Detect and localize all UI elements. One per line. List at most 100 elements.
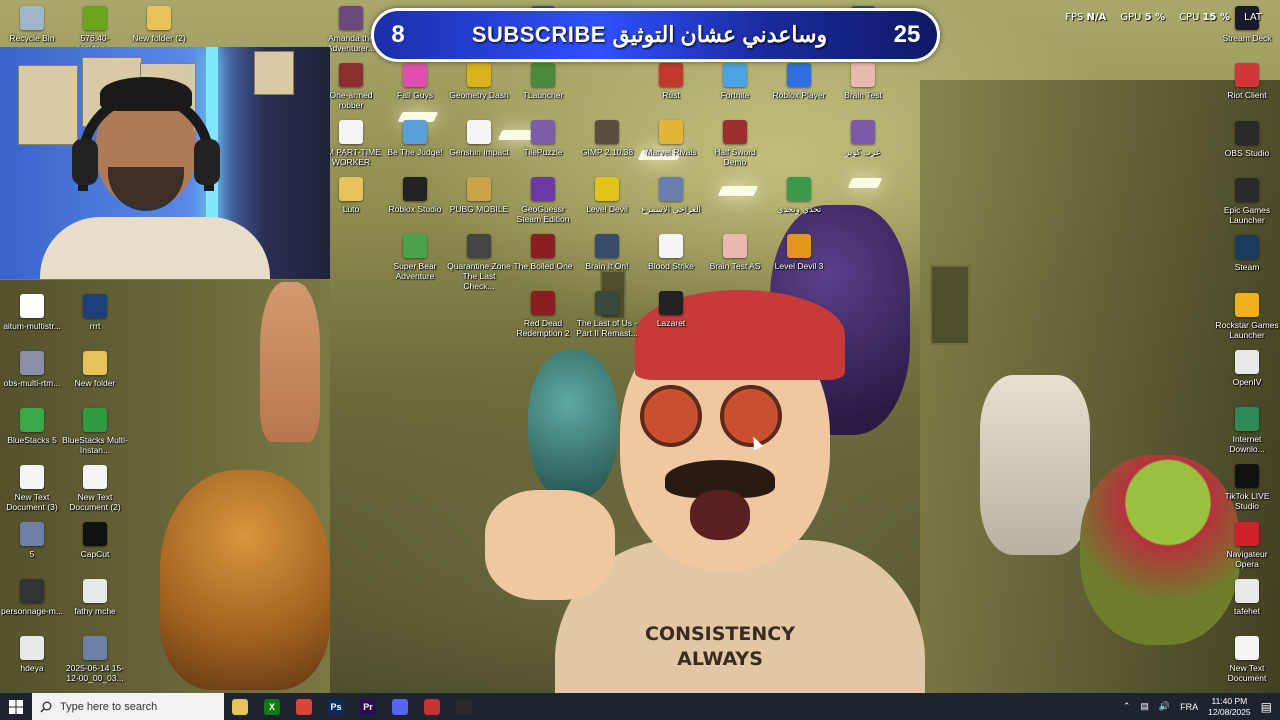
desktop-icon-label: The Last of Us - Part II Remast... (576, 318, 638, 338)
desktop-icon[interactable]: Genshin Impact (446, 120, 512, 157)
taskbar-app-button[interactable]: X (256, 693, 288, 720)
app-icon (424, 698, 440, 715)
desktop-icon[interactable]: Super Bear Adventure (382, 234, 448, 281)
taskbar-app-button[interactable] (448, 693, 480, 720)
nvidia-icon (83, 6, 107, 30)
desktop-icon[interactable]: GIMP 2.10.38 (574, 120, 640, 157)
desktop-icon[interactable]: Brain Test AS (702, 234, 768, 271)
desktop-icon[interactable]: Geometry Dash (446, 63, 512, 100)
desktop-icon[interactable]: New folder (2) (126, 6, 192, 43)
bluestacks-multi-icon (83, 408, 107, 432)
desktop-icon[interactable]: Marvel Rivals (638, 120, 704, 157)
desktop-icon[interactable]: Riot Client (1214, 63, 1280, 100)
rust-icon (659, 63, 683, 87)
gpu-label: GPU (1120, 12, 1142, 23)
desktop-icon[interactable]: Fortnite (702, 63, 768, 100)
taskbar-app-button[interactable] (416, 693, 448, 720)
desktop-icon-label: Level Devil 3 (774, 261, 824, 271)
desktop-icon[interactable]: personnage-m... (0, 579, 65, 616)
desktop-icon[interactable]: TLauncher (510, 63, 576, 100)
desktop-icon[interactable]: TilePuzzle (510, 120, 576, 157)
start-button[interactable] (0, 693, 32, 720)
desktop-icon[interactable]: The Boiled One (510, 234, 576, 271)
taskbar-app-button[interactable] (288, 693, 320, 720)
volume-icon[interactable]: 🔊 (1159, 701, 1170, 712)
desktop-icon[interactable]: Brain It On! (574, 234, 640, 271)
desktop-icon[interactable]: TikTok LIVE Studio (1214, 464, 1280, 511)
desktop-icon-label: Super Bear Adventure (393, 261, 437, 281)
desktop-icon[interactable]: rrrt (62, 294, 128, 331)
desktop-icon[interactable]: New folder (62, 351, 128, 388)
desktop-icon[interactable]: Roblox Player (766, 63, 832, 100)
ceiling-light (717, 186, 759, 196)
desktop-icon[interactable]: 5 (0, 522, 65, 559)
fall-guys-icon (403, 63, 427, 87)
desktop-icon-label: Genshin Impact (449, 147, 509, 157)
desktop-icon[interactable]: PUBG MOBILE (446, 177, 512, 214)
desktop-icon[interactable]: BlueStacks 5 (0, 408, 65, 445)
desktop-icon[interactable]: Steam (1214, 235, 1280, 272)
taskbar-app-button[interactable] (224, 693, 256, 720)
desktop-icon[interactable]: العزاخي الاسمرع (638, 177, 704, 214)
desktop-icon[interactable]: New Text Document (2) (62, 465, 128, 512)
taskbar-app-button[interactable] (384, 693, 416, 720)
desktop-icon[interactable]: hdeya (0, 636, 65, 673)
desktop-icon[interactable]: Lazaret (638, 291, 704, 328)
gpu-value: 5 % (1144, 12, 1166, 23)
desktop-icon[interactable]: tafehet (1214, 579, 1280, 616)
taskbar-search[interactable]: Type here to search (32, 693, 224, 720)
desktop-icon[interactable]: Navigateur Opera (1214, 521, 1280, 569)
desktop-icon[interactable]: Fall Guys (382, 63, 448, 100)
chevron-up-icon[interactable]: ⌃ (1123, 701, 1131, 712)
desktop-icon[interactable]: Level Devil (574, 177, 640, 214)
desktop-icon[interactable]: Quarantine Zone The Last Check... (446, 234, 512, 291)
desktop-icon[interactable]: The Last of Us - Part II Remast... (574, 291, 640, 338)
desktop-icon[interactable]: OpenIV (1214, 349, 1280, 387)
network-icon[interactable]: ▤ (1140, 701, 1149, 712)
desktop-icon-label: Fall Guys (397, 90, 433, 100)
image-file-icon (83, 636, 107, 660)
desktop-icon[interactable]: Recycle Bin (0, 6, 65, 43)
desktop-icon[interactable]: Rockstar Games Launcher (1214, 292, 1280, 340)
desktop-icon[interactable]: Red Dead Redemption 2 (510, 291, 576, 338)
desktop-icon[interactable]: Internet Downlo... (1214, 407, 1280, 454)
desktop-icon[interactable]: obs-multi-rtm... (0, 351, 65, 388)
desktop-icon[interactable]: CapCut (62, 522, 128, 559)
desktop-icon[interactable]: OBS Studio (1214, 120, 1280, 158)
notifications-icon[interactable]: ▤ (1261, 700, 1272, 714)
tile-puzzle-icon (531, 120, 555, 144)
desktop-icon[interactable]: 2025-06-14 15-12-00_00_03... (62, 636, 128, 683)
desktop-icon-label: Brain Test AS (709, 261, 761, 271)
desktop-icon[interactable]: aitum-multistr... (0, 294, 65, 331)
desktop-icon[interactable]: Roblox Studio (382, 177, 448, 214)
desktop-icon[interactable]: عرب كوير (830, 120, 896, 157)
desktop-icon[interactable]: fathy mche (62, 579, 128, 616)
desktop-icon[interactable]: Blood Strike (638, 234, 704, 271)
desktop-icon-label: Red Dead Redemption 2 (516, 318, 570, 338)
desktop-icon[interactable]: Level Devil 3 (766, 234, 832, 271)
taskbar-app-button[interactable]: Ps (320, 693, 352, 720)
taskbar-app-button[interactable]: Pr (352, 693, 384, 720)
search-placeholder: Type here to search (60, 700, 158, 713)
video-file-icon (1235, 579, 1259, 603)
desktop-icon-label: hdeya (20, 663, 44, 673)
desktop-icon[interactable]: New Text Document (3) (0, 465, 65, 512)
desktop-icon-label: Rockstar Games Launcher (1215, 319, 1279, 340)
headset-earcup (194, 139, 220, 185)
desktop-icon[interactable]: Brain Test (830, 63, 896, 100)
desktop-icon[interactable]: GeoGuessr Steam Edition (510, 177, 576, 224)
desktop-icon[interactable]: تحدي وتحدي (766, 177, 832, 214)
desktop-icon[interactable]: Be The Judge! (382, 120, 448, 157)
desktop-icon[interactable]: New Text Document (1214, 636, 1280, 683)
language-indicator[interactable]: FRA (1180, 702, 1198, 712)
desktop-icon[interactable]: Half Sword Demo (702, 120, 768, 167)
riot-icon (1235, 63, 1259, 88)
desktop-icon[interactable]: BlueStacks Multi-Instan... (62, 408, 128, 455)
desktop-icon[interactable]: Epic Games Launcher (1214, 177, 1280, 225)
text-file-icon (467, 120, 491, 144)
desktop-icon[interactable]: Rust (638, 63, 704, 100)
desktop-icon[interactable]: 576.40-desktop-... (62, 6, 128, 53)
taskbar-clock[interactable]: 11:40 PM 12/08/2025 (1208, 696, 1251, 718)
desktop-icon-label: BlueStacks 5 (7, 435, 57, 445)
ceiling-light (847, 178, 883, 188)
